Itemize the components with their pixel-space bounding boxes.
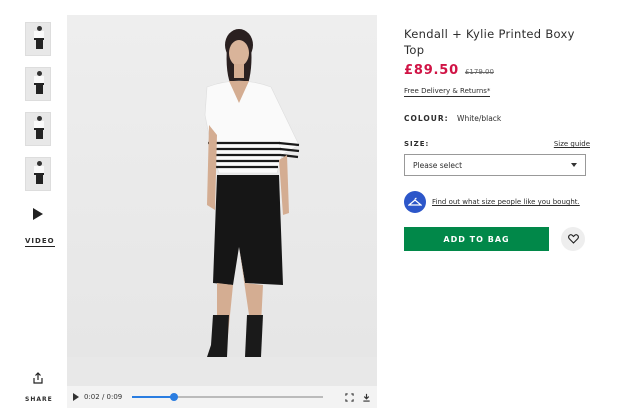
size-label: SIZE: — [404, 140, 430, 148]
fit-assistant-link[interactable]: Find out what size people like you bough… — [432, 198, 580, 206]
was-price: £179.00 — [464, 68, 494, 76]
player-play-icon[interactable] — [73, 393, 79, 401]
player-progress-track[interactable] — [132, 393, 323, 401]
video-button[interactable]: VIDEO — [25, 206, 55, 247]
download-icon[interactable] — [362, 393, 371, 402]
size-guide-link[interactable]: Size guide — [554, 140, 590, 148]
thumbnail-4[interactable] — [25, 157, 51, 191]
video-controls: 0:02 / 0:09 — [67, 386, 377, 408]
play-icon — [33, 208, 43, 220]
product-info: Kendall + Kylie Printed Boxy Top £89.50 … — [404, 26, 590, 251]
price-row: £89.50 £179.00 — [404, 63, 590, 78]
player-progress-knob[interactable] — [170, 393, 179, 401]
size-row: SIZE: Size guide — [404, 140, 590, 148]
player-time: 0:02 / 0:09 — [84, 393, 123, 401]
colour-row: COLOUR: White/black — [404, 114, 590, 123]
player-progress-fill — [132, 396, 175, 398]
fit-assistant[interactable]: Find out what size people like you bough… — [404, 191, 590, 213]
video-label: VIDEO — [25, 237, 55, 247]
model-image — [204, 29, 300, 357]
save-for-later-button[interactable] — [561, 227, 585, 251]
share-button[interactable]: SHARE — [25, 372, 53, 405]
share-icon — [33, 372, 43, 384]
heart-icon — [567, 234, 579, 244]
hanger-icon — [404, 191, 426, 213]
current-price: £89.50 — [404, 63, 459, 78]
colour-value: White/black — [457, 114, 502, 123]
thumbnail-list — [25, 22, 51, 202]
colour-label: COLOUR: — [404, 114, 449, 123]
thumbnail-1[interactable] — [25, 22, 51, 56]
delivery-link[interactable]: Free Delivery & Returns* — [404, 87, 491, 97]
size-select[interactable]: Please select — [404, 154, 586, 176]
chevron-down-icon — [571, 163, 577, 167]
product-video[interactable]: 0:02 / 0:09 — [67, 15, 377, 408]
buy-row: ADD TO BAG — [404, 227, 590, 251]
add-to-bag-button[interactable]: ADD TO BAG — [404, 227, 549, 251]
thumbnail-3[interactable] — [25, 112, 51, 146]
thumbnail-2[interactable] — [25, 67, 51, 101]
share-label: SHARE — [25, 396, 53, 403]
fullscreen-icon[interactable] — [345, 392, 354, 402]
product-title: Kendall + Kylie Printed Boxy Top — [404, 27, 575, 57]
size-select-value: Please select — [413, 160, 463, 170]
